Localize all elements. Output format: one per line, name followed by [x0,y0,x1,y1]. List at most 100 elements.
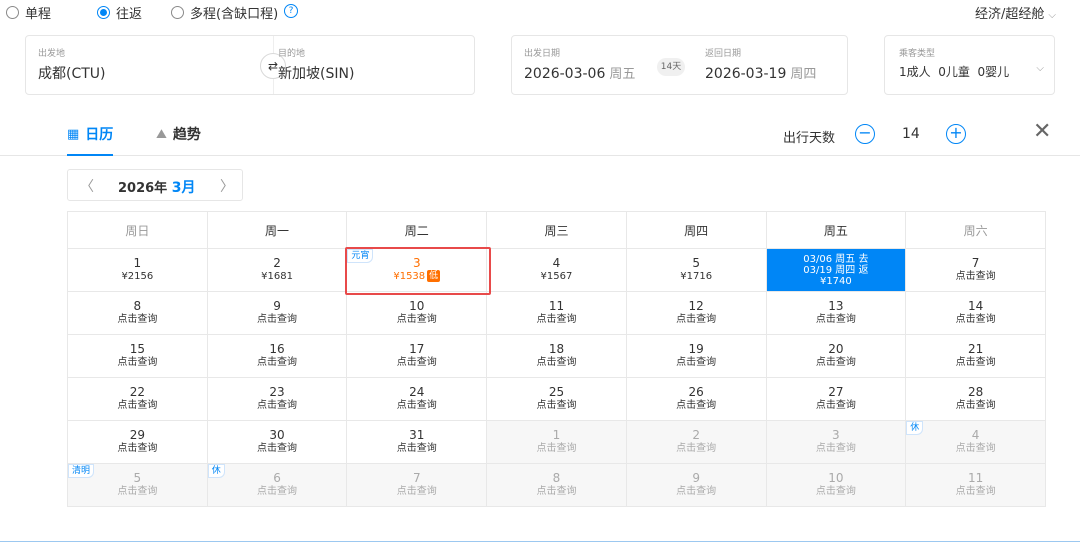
tab-trend[interactable]: ⛰ 趋势 [156,124,201,144]
calendar-day-cell[interactable]: 休 6 点击查询 [206,463,348,507]
day-number: 29 [129,428,145,442]
day-price: 点击查询 [487,313,626,327]
calendar-day-cell[interactable]: 10 点击查询 [346,291,488,335]
day-price: 点击查询 [208,442,347,456]
close-icon[interactable]: ✕ [1033,120,1051,144]
calendar-day-cell[interactable]: 15 点击查询 [67,334,208,378]
day-number: 17 [409,342,425,356]
current-month: 2026年 3月 [118,177,195,197]
month-label: 3月 [171,180,196,196]
calendar-day-cell[interactable]: 10 点击查询 [765,463,907,507]
radio-icon [171,6,184,19]
calendar-day-cell[interactable]: 元宵 3 ¥1538 低 [346,248,488,292]
next-month-icon[interactable]: 〉 [220,176,234,196]
calendar-day-cell[interactable]: 13 点击查询 [765,291,907,335]
passenger-box[interactable]: 乘客类型 1成人 0儿童 0婴儿 ⌵ [884,35,1055,95]
calendar-day-cell[interactable]: 休 4 点击查询 [905,420,1046,464]
calendar-day-cell[interactable]: 30 点击查询 [206,420,348,464]
calendar-day-cell[interactable]: 26 点击查询 [625,377,767,421]
calendar-week-row: 22 点击查询 23 点击查询 24 点击查询 25 点击查询 26 点击查询 27 点击查询 28 点击… [67,377,1046,421]
calendar-day-cell[interactable]: 5 ¥1716 [625,248,767,292]
calendar-day-cell[interactable]: 9 点击查询 [625,463,767,507]
day-price: 点击查询 [487,485,626,499]
help-icon[interactable]: ? [284,4,298,18]
calendar-day-cell[interactable]: 1 ¥2156 [67,248,208,292]
trip-type-multicity[interactable]: 多程(含缺口程) [171,3,278,22]
trip-type-row: 单程 往返 多程(含缺口程) ? 经济/超经舱 ⌵ [0,0,1080,24]
calendar-day-cell[interactable]: 28 点击查询 [905,377,1046,421]
trip-type-oneway[interactable]: 单程 [6,3,51,22]
price-text: ¥1538 [393,271,426,282]
day-price: 点击查询 [906,270,1045,284]
day-price: ¥2156 [68,270,207,284]
day-number: 26 [688,385,704,399]
trip-type-label: 单程 [25,7,52,22]
calendar-day-cell[interactable]: 2 ¥1681 [206,248,348,292]
calendar-day-cell[interactable]: 20 点击查询 [765,334,907,378]
day-price: 点击查询 [767,313,906,327]
price-text: ¥1567 [540,271,573,282]
price-text: 点击查询 [955,486,996,497]
day-price: 点击查询 [347,313,486,327]
price-text: 点击查询 [815,357,856,368]
day-price: 点击查询 [68,356,207,370]
day-price: ¥1681 [208,270,347,284]
weekday-label: 周四 [625,211,767,249]
calendar-day-cell[interactable]: 14 点击查询 [905,291,1046,335]
passenger-label: 乘客类型 [899,49,936,59]
selected-date-line: 03/19 周四 返 [803,264,869,276]
calendar-day-cell[interactable]: 1 点击查询 [486,420,627,464]
calendar-day-cell[interactable]: 19 点击查询 [625,334,767,378]
calendar-day-cell[interactable]: 18 点击查询 [486,334,627,378]
calendar-day-cell[interactable]: 3 点击查询 [765,420,907,464]
prev-month-icon[interactable]: 〈 [80,176,94,196]
minus-icon[interactable]: − [855,124,875,144]
day-price: 点击查询 [487,356,626,370]
return-date-field[interactable]: 2026-03-19 周四 [705,63,816,82]
calendar-day-cell[interactable]: 11 点击查询 [486,291,627,335]
calendar-day-cell[interactable]: 21 点击查询 [905,334,1046,378]
calendar-day-cell[interactable]: 7 点击查询 [905,248,1046,292]
day-number: 14 [967,299,984,313]
passenger-value: 1成人 0儿童 0婴儿 [899,65,1010,79]
calendar-selected-cell[interactable]: 03/06 周五 去 03/19 周四 返 ¥1740 [765,248,907,292]
calendar-day-cell[interactable]: 22 点击查询 [67,377,208,421]
calendar-day-cell[interactable]: 27 点击查询 [765,377,907,421]
tab-label: 日历 [85,127,114,143]
day-price: 点击查询 [906,442,1045,456]
calendar-day-cell[interactable]: 8 点击查询 [67,291,208,335]
calendar-day-cell[interactable]: 12 点击查询 [625,291,767,335]
calendar-day-cell[interactable]: 23 点击查询 [206,377,348,421]
day-number: 12 [688,299,704,313]
cabin-select[interactable]: 经济/超经舱 ⌵ [975,3,1056,22]
calendar-day-cell[interactable]: 24 点击查询 [346,377,488,421]
day-number: 2 [692,428,700,442]
calendar-week-row: 清明 5 点击查询休 6 点击查询 7 点击查询 8 点击查询 9 点击查询 10 点击查询 11 点击查询 [67,463,1046,507]
calendar-day-cell[interactable]: 8 点击查询 [486,463,627,507]
calendar-day-cell[interactable]: 16 点击查询 [206,334,348,378]
plus-icon[interactable]: + [946,124,966,144]
calendar-day-cell[interactable]: 4 ¥1567 [486,248,627,292]
day-price: 点击查询 [487,399,626,413]
calendar-day-cell[interactable]: 25 点击查询 [486,377,627,421]
day-price: 点击查询 [906,399,1045,413]
return-weekday: 周四 [790,67,817,82]
price-text: 点击查询 [536,443,577,454]
origin-field[interactable]: 成都(CTU) [38,63,106,83]
calendar-day-cell[interactable]: 清明 5 点击查询 [67,463,208,507]
trip-type-roundtrip[interactable]: 往返 [97,3,142,22]
calendar-day-cell[interactable]: 29 点击查询 [67,420,208,464]
calendar-day-cell[interactable]: 2 点击查询 [625,420,767,464]
calendar-day-cell[interactable]: 7 点击查询 [346,463,488,507]
calendar-day-cell[interactable]: 11 点击查询 [905,463,1046,507]
price-text: 点击查询 [536,314,577,325]
price-text: 点击查询 [117,400,158,411]
destination-field[interactable]: 新加坡(SIN) [278,63,354,83]
calendar-day-cell[interactable]: 9 点击查询 [206,291,348,335]
calendar-day-cell[interactable]: 31 点击查询 [346,420,488,464]
tab-calendar[interactable]: ▦ 日历 [67,124,114,156]
weekday-label: 周一 [206,211,348,249]
depart-date-field[interactable]: 2026-03-06 周五 [524,63,635,82]
calendar-day-cell[interactable]: 17 点击查询 [346,334,488,378]
day-price: 点击查询 [68,442,207,456]
